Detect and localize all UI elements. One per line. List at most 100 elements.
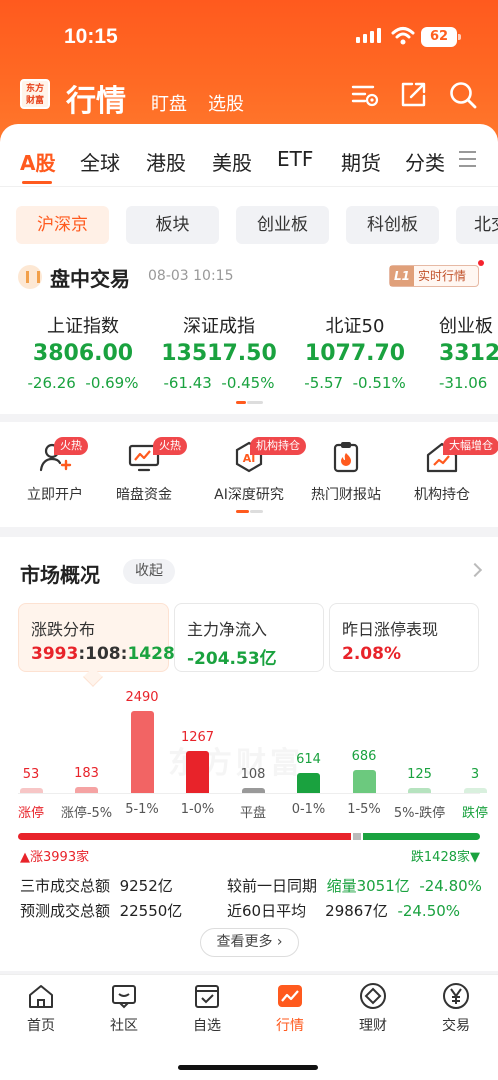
- tab-market[interactable]: 行情: [260, 982, 320, 1035]
- pill-beijing[interactable]: 北交: [456, 206, 498, 244]
- tab-etf[interactable]: ETF: [277, 147, 313, 171]
- tab-hk[interactable]: 港股: [146, 147, 186, 176]
- tab-home[interactable]: 首页: [11, 982, 71, 1035]
- card-title: 昨日涨停表现: [342, 620, 439, 639]
- app-logo: 东方财富: [20, 79, 50, 109]
- arrow-down-icon: ▼: [470, 850, 480, 865]
- tab-community[interactable]: 社区: [94, 982, 154, 1035]
- forecast-stat: 预测成交总额 22550亿: [20, 902, 183, 920]
- split-down: [363, 833, 480, 840]
- l1-label: L1: [390, 266, 414, 286]
- quick-earnings[interactable]: 热门财报站: [306, 440, 386, 504]
- card-value: 2.08%: [342, 644, 401, 664]
- diamond-icon: [360, 983, 386, 1009]
- tab-label: 行情: [276, 1018, 304, 1034]
- session-icon: [18, 265, 42, 289]
- card-title: 主力净流入: [187, 620, 268, 639]
- card-advance-decline[interactable]: 涨跌分布 3993:108:1428: [18, 603, 175, 672]
- chart-bar-value: 183: [74, 766, 99, 781]
- tab-label: 交易: [442, 1018, 470, 1034]
- battery-indicator: 62: [421, 27, 461, 47]
- status-time: 10:15: [64, 25, 118, 48]
- chart-bar-value: 686: [351, 749, 377, 764]
- index-name: 上证指数: [47, 316, 119, 337]
- compare-stat: 较前一日同期 缩量3051亿 -24.80%: [227, 877, 482, 895]
- collapse-button[interactable]: 收起: [123, 559, 175, 584]
- index-card-chinext[interactable]: 创业板 3312 -31.06: [439, 312, 498, 392]
- index-card-sz[interactable]: 深证成指 13517.50 -61.43 -0.45%: [160, 312, 278, 392]
- chart-bar: [241, 788, 265, 793]
- realtime-badge[interactable]: L1 实时行情: [389, 265, 479, 287]
- index-name: 创业板: [439, 316, 493, 337]
- tab-trade[interactable]: 交易: [426, 982, 486, 1035]
- pill-star-market[interactable]: 科创板: [346, 206, 439, 244]
- session-title: 盘中交易: [50, 267, 130, 291]
- card-value: -204.53亿: [187, 649, 277, 669]
- index-change: -5.57 -0.51%: [304, 374, 406, 392]
- tab-category[interactable]: 分类: [405, 147, 445, 176]
- view-more-button[interactable]: 查看更多 ›: [200, 928, 299, 957]
- chart-baseline: [18, 793, 480, 794]
- chart-bar: [75, 787, 98, 793]
- quick-label: 暗盘资金: [116, 487, 172, 503]
- chart-bar-value: 125: [407, 767, 432, 782]
- index-name: 深证成指: [183, 316, 255, 337]
- divider: [0, 186, 498, 187]
- avg-stat: 近60日平均 29867亿 -24.50%: [227, 902, 461, 920]
- card-limit-up-performance[interactable]: 昨日涨停表现 2.08%: [329, 603, 479, 672]
- home-indicator: [178, 1065, 318, 1070]
- tab-watchlist[interactable]: 自选: [177, 982, 237, 1035]
- chart-bar-value: 3: [470, 767, 480, 782]
- tab-label: 自选: [193, 1018, 221, 1034]
- tab-us[interactable]: 美股: [212, 147, 252, 176]
- index-change: -26.26 -0.69%: [27, 374, 139, 392]
- notification-dot: [478, 260, 484, 266]
- increase-badge: 大幅增仓: [443, 437, 498, 455]
- hot-badge: 火热: [153, 437, 187, 455]
- settings-list-icon[interactable]: [350, 80, 380, 110]
- clipboard-fire-icon: [333, 442, 359, 473]
- tab-label: 理财: [359, 1018, 387, 1034]
- card-net-inflow[interactable]: 主力净流入 -204.53亿: [174, 603, 324, 672]
- tab-global[interactable]: 全球: [80, 147, 120, 176]
- pill-shsz-bj[interactable]: 沪深京: [16, 206, 109, 244]
- tab-stock-picker[interactable]: 选股: [208, 90, 244, 116]
- status-bar: 10:15 62: [0, 0, 498, 72]
- institution-badge: 机构持仓: [250, 437, 306, 455]
- menu-icon[interactable]: [459, 151, 476, 172]
- tab-futures[interactable]: 期货: [341, 147, 381, 176]
- quick-label: 机构持仓: [414, 487, 470, 503]
- chart-bar: [186, 751, 209, 793]
- chart-bar-value: 1267: [180, 730, 215, 745]
- index-value: 13517.50: [161, 341, 277, 366]
- split-flat: [353, 833, 361, 840]
- chart-bar: [19, 788, 43, 793]
- quick-label: AI深度研究: [214, 487, 284, 503]
- realtime-label: 实时行情: [418, 269, 467, 283]
- index-card-sh[interactable]: 上证指数 3806.00 -26.26 -0.69%: [24, 312, 142, 392]
- chart-category-label: 跌停: [461, 806, 488, 821]
- turnover-stat: 三市成交总额 9252亿: [20, 877, 173, 895]
- chart-bar: [352, 770, 376, 793]
- hot-badge: 火热: [54, 437, 88, 455]
- chart-bar-value: 53: [22, 767, 40, 782]
- split-up: [18, 833, 351, 840]
- advance-count: ▲涨3993家: [20, 850, 90, 865]
- pill-sectors[interactable]: 板块: [126, 206, 219, 244]
- search-icon[interactable]: [448, 80, 478, 110]
- index-value: 1077.70: [304, 341, 406, 366]
- index-value: 3312: [439, 341, 498, 366]
- tab-underline: [22, 181, 52, 184]
- chart-bar-value: 108: [240, 767, 266, 782]
- tab-a-shares[interactable]: A股: [20, 147, 55, 176]
- chart-bar: [463, 788, 487, 793]
- quick-label: 立即开户: [27, 487, 83, 503]
- tab-wealth[interactable]: 理财: [343, 982, 403, 1035]
- index-card-bj50[interactable]: 北证50 1077.70 -5.57 -0.51%: [296, 312, 414, 392]
- tab-label: 首页: [27, 1018, 55, 1034]
- session-time: 08-03 10:15: [148, 268, 234, 284]
- share-icon[interactable]: [398, 80, 428, 110]
- chart-bar-value: 614: [296, 752, 321, 767]
- tab-watch[interactable]: 盯盘: [151, 90, 187, 116]
- pill-chinext[interactable]: 创业板: [236, 206, 329, 244]
